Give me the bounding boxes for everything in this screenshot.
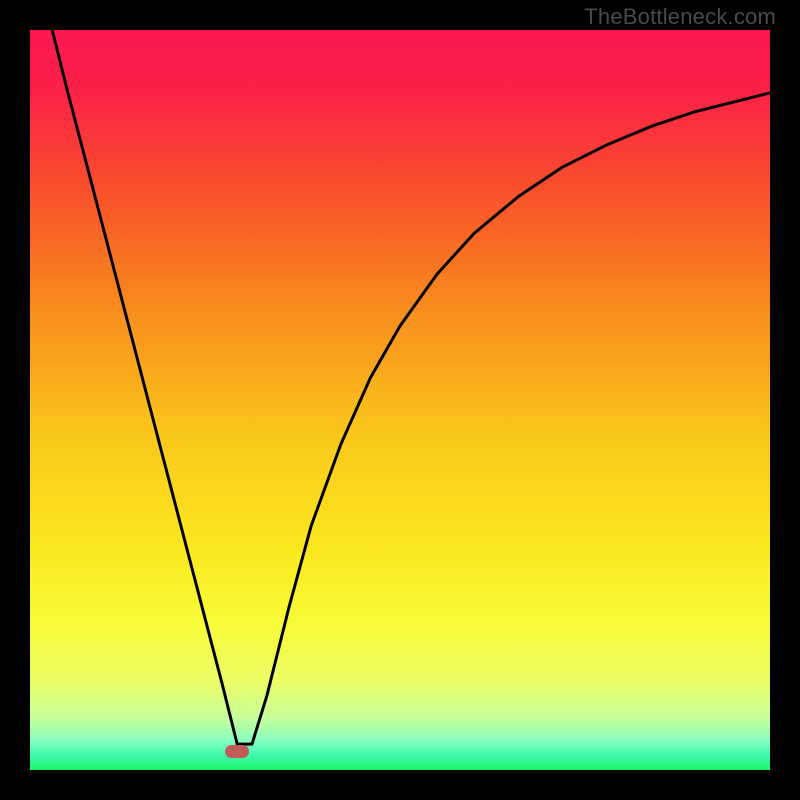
chart-frame: TheBottleneck.com: [0, 0, 800, 800]
bottleneck-curve: [30, 30, 770, 770]
minimum-marker: [225, 745, 249, 758]
watermark-text: TheBottleneck.com: [584, 4, 776, 30]
plot-area: [30, 30, 770, 770]
